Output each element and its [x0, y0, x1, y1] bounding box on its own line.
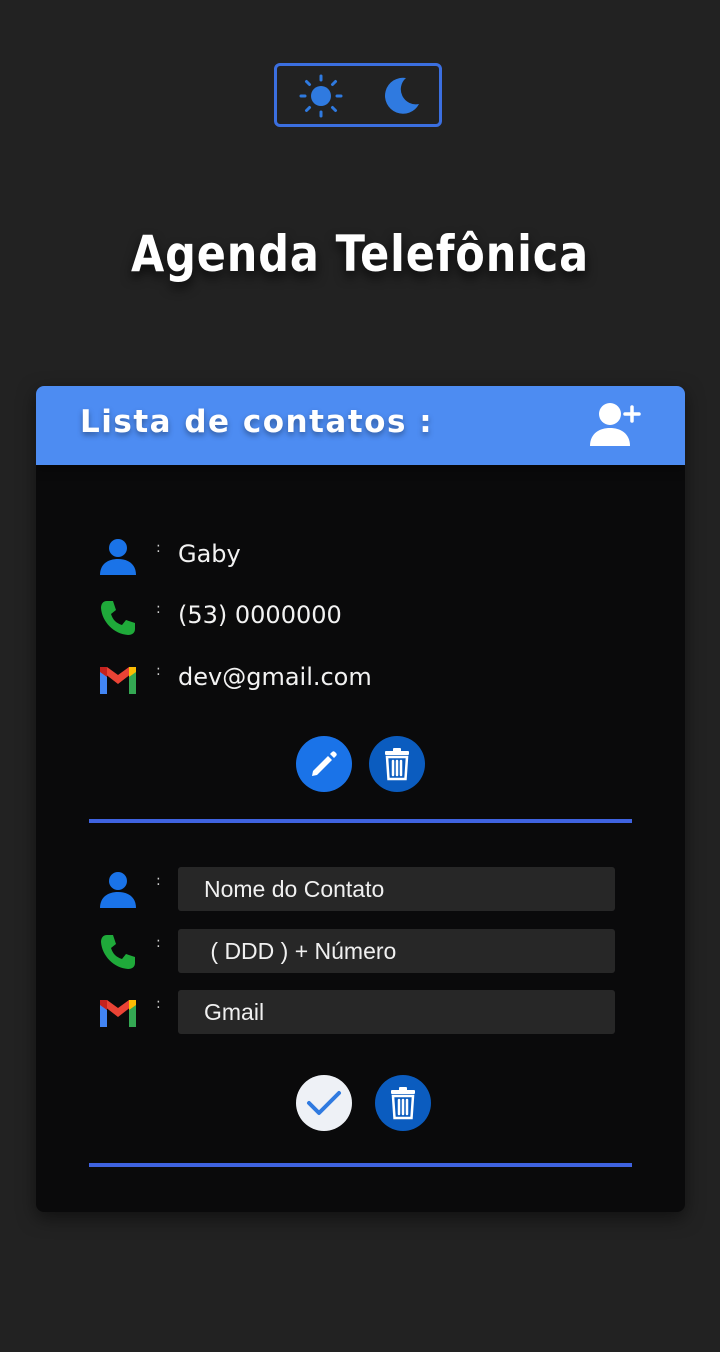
separator: : — [156, 873, 161, 889]
email-input[interactable] — [178, 990, 615, 1034]
add-contact-button[interactable] — [586, 400, 644, 452]
separator: : — [156, 540, 161, 556]
separator: : — [156, 935, 161, 951]
new-phone-row: : — [98, 929, 658, 973]
light-mode-button[interactable] — [299, 74, 343, 118]
theme-toggle — [274, 63, 442, 127]
card-title: Lista de contatos : — [80, 404, 434, 440]
phone-icon — [98, 598, 138, 638]
new-email-row: : — [98, 990, 658, 1034]
phone-input[interactable] — [178, 929, 615, 973]
phone-icon — [98, 932, 138, 972]
page-title: Agenda Telefônica — [130, 225, 590, 283]
delete-contact-button[interactable] — [369, 736, 425, 792]
trash-icon — [385, 748, 409, 781]
new-name-row: : — [98, 867, 658, 911]
pencil-icon — [312, 751, 337, 776]
contact-name-input[interactable] — [178, 867, 615, 911]
separator: : — [156, 663, 161, 679]
separator: : — [156, 996, 161, 1012]
contact-name-row: : Gaby — [98, 534, 658, 578]
discard-contact-button[interactable] — [375, 1075, 431, 1131]
edit-contact-button[interactable] — [296, 736, 352, 792]
divider — [89, 819, 632, 823]
contact-phone: (53) 0000000 — [178, 601, 342, 629]
moon-icon — [385, 77, 419, 114]
divider — [89, 1163, 632, 1167]
contact-email: dev@gmail.com — [178, 663, 372, 691]
contact-list-card: Lista de contatos : : Gaby: (53) 000000… — [36, 386, 685, 1212]
confirm-contact-button[interactable] — [296, 1075, 352, 1131]
contact-name: Gaby — [178, 540, 241, 568]
contact-email-row: : dev@gmail.com — [98, 657, 658, 701]
sun-icon — [299, 74, 343, 118]
contact-phone-row: : (53) 0000000 — [98, 595, 658, 639]
card-header: Lista de contatos : — [36, 386, 685, 465]
gmail-icon — [98, 660, 138, 700]
dark-mode-button[interactable] — [379, 76, 423, 116]
checkmark-icon — [307, 1091, 341, 1115]
user-icon — [98, 537, 138, 577]
gmail-icon — [98, 993, 138, 1033]
user-plus-icon — [590, 403, 641, 446]
trash-icon — [391, 1087, 415, 1120]
user-icon — [98, 870, 138, 910]
separator: : — [156, 601, 161, 617]
